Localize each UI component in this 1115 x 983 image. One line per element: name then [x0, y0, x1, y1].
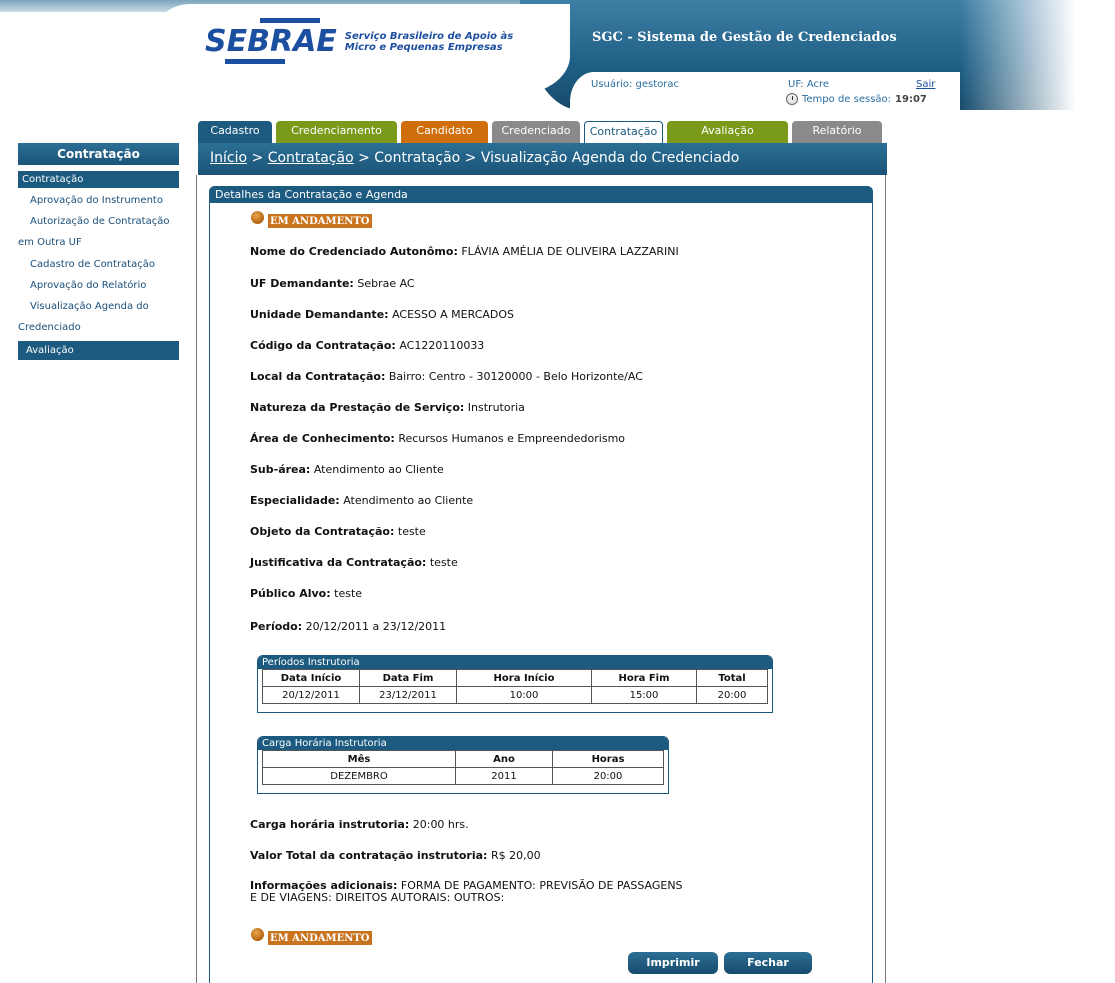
panel-title: Detalhes da Contratação e Agenda	[209, 186, 873, 203]
status-dot-icon	[251, 927, 264, 941]
uf-label: UF: Acre	[788, 79, 830, 90]
col-ano: Ano	[455, 750, 553, 768]
print-button[interactable]: Imprimir	[628, 952, 718, 974]
details-panel	[209, 186, 873, 983]
field-objeto-contratacao: Objeto da Contratação: teste	[250, 525, 426, 538]
table-row: DEZEMBRO 2011 20:00	[262, 767, 664, 785]
col-hora-fim: Hora Fim	[591, 669, 697, 687]
cell-total: 20:00	[696, 686, 768, 704]
sidebar-item-visualizacao-agenda[interactable]: Visualização Agenda do	[30, 301, 149, 312]
cell-hora-inicio: 10:00	[456, 686, 592, 704]
logo-stripe	[225, 59, 285, 64]
tab-cadastro[interactable]: Cadastro	[198, 121, 272, 143]
cell-mes: DEZEMBRO	[262, 767, 456, 785]
main-tabs: Cadastro Credenciamento Candidato Creden…	[198, 121, 882, 143]
breadcrumb-home-link[interactable]: Início	[210, 150, 247, 166]
status-dot-icon	[251, 210, 264, 224]
status-badge-bottom: EM ANDAMENTO	[251, 923, 372, 945]
periods-table-box: Períodos Instrutoria Data Início Data Fi…	[257, 655, 773, 713]
logout-link[interactable]: Sair	[916, 79, 935, 90]
field-valor-total: Valor Total da contratação instrutoria: …	[250, 849, 541, 862]
table-header-row: Mês Ano Horas	[262, 750, 664, 768]
tab-avaliacao[interactable]: Avaliação	[667, 121, 788, 143]
sidebar-item-aprovacao-relatorio[interactable]: Aprovação do Relatório	[30, 280, 146, 291]
logo-subtitle: Serviço Brasileiro de Apoio às Micro e P…	[344, 30, 514, 53]
system-title: SGC - Sistema de Gestão de Credenciados	[592, 30, 897, 45]
sidebar-item-cadastro-contratacao[interactable]: Cadastro de Contratação	[30, 259, 155, 270]
logo-stripe	[260, 18, 320, 23]
session-label: Tempo de sessão:	[802, 93, 892, 105]
cell-data-inicio: 20/12/2011	[262, 686, 360, 704]
tab-credenciamento[interactable]: Credenciamento	[276, 121, 397, 143]
field-natureza-servico: Natureza da Prestação de Serviço: Instru…	[250, 401, 525, 414]
clock-icon	[786, 93, 798, 105]
col-data-inicio: Data Início	[262, 669, 360, 687]
col-horas: Horas	[552, 750, 664, 768]
col-data-fim: Data Fim	[359, 669, 457, 687]
cell-horas: 20:00	[552, 767, 664, 785]
sidebar-item-autorizacao-outra-uf[interactable]: Autorização de Contratação	[30, 216, 169, 227]
table-header-row: Data Início Data Fim Hora Início Hora Fi…	[262, 669, 768, 687]
field-codigo-contratacao: Código da Contratação: AC1220110033	[250, 339, 485, 352]
tab-contratacao[interactable]: Contratação	[584, 121, 663, 143]
workload-table-box: Carga Horária Instrutoria Mês Ano Horas …	[257, 736, 669, 794]
tab-credenciado[interactable]: Credenciado	[492, 121, 580, 143]
session-timer: Tempo de sessão: 19:07	[786, 93, 927, 105]
status-label: EM ANDAMENTO	[268, 214, 372, 228]
sidebar-item-avaliacao[interactable]: Avaliação	[18, 341, 179, 360]
sidebar-item-autorizacao-outra-uf-cont[interactable]: em Outra UF	[18, 237, 82, 248]
session-time: 19:07	[895, 93, 927, 105]
breadcrumb-section-link[interactable]: Contratação	[268, 150, 354, 166]
workload-table: Mês Ano Horas DEZEMBRO 2011 20:00	[262, 750, 664, 785]
col-hora-inicio: Hora Início	[456, 669, 592, 687]
cell-hora-fim: 15:00	[591, 686, 697, 704]
close-button[interactable]: Fechar	[724, 952, 812, 974]
breadcrumb: Início > Contratação > Contratação > Vis…	[210, 150, 739, 166]
cell-data-fim: 23/12/2011	[359, 686, 457, 704]
sebrae-logo: SEBRAE Serviço Brasileiro de Apoio às Mi…	[205, 18, 515, 64]
breadcrumb-current: > Contratação > Visualização Agenda do C…	[353, 150, 740, 166]
sidebar-title: Contratação	[18, 143, 179, 165]
periods-table: Data Início Data Fim Hora Início Hora Fi…	[262, 669, 768, 704]
tab-candidato[interactable]: Candidato	[401, 121, 488, 143]
field-sub-area: Sub-área: Atendimento ao Cliente	[250, 463, 444, 476]
header-fade	[960, 0, 1115, 110]
table-row: 20/12/2011 23/12/2011 10:00 15:00 20:00	[262, 686, 768, 704]
tab-relatorio[interactable]: Relatório	[792, 121, 882, 143]
field-periodo: Período: 20/12/2011 a 23/12/2011	[250, 620, 447, 633]
sidebar-item-visualizacao-agenda-cont[interactable]: Credenciado	[18, 322, 81, 333]
field-local-contratacao: Local da Contratação: Bairro: Centro - 3…	[250, 370, 643, 383]
header-user-area	[570, 72, 960, 112]
sidebar-item-contratacao[interactable]: Contratação	[18, 171, 179, 188]
field-publico-alvo: Público Alvo: teste	[250, 587, 363, 600]
field-nome-credenciado: Nome do Credenciado Autonômo: FLÁVIA AMÉ…	[250, 245, 679, 258]
field-informacoes-adicionais: Informações adicionais: FORMA DE PAGAMEN…	[250, 879, 683, 904]
field-unidade-demandante: Unidade Demandante: ACESSO A MERCADOS	[250, 308, 515, 321]
breadcrumb-separator: >	[247, 150, 268, 166]
user-label: Usuário: gestorac	[591, 79, 680, 90]
status-label: EM ANDAMENTO	[268, 931, 372, 945]
status-badge-top: EM ANDAMENTO	[251, 206, 372, 228]
sidebar-item-aprovacao-instrumento[interactable]: Aprovação do Instrumento	[30, 195, 163, 206]
field-carga-horaria: Carga horária instrutoria: 20:00 hrs.	[250, 818, 469, 831]
field-area-conhecimento: Área de Conhecimento: Recursos Humanos e…	[250, 432, 626, 445]
periods-table-title: Períodos Instrutoria	[258, 656, 772, 669]
logo-word: SEBRAE	[205, 24, 337, 59]
field-uf-demandante: UF Demandante: Sebrae AC	[250, 277, 415, 290]
field-justificativa: Justificativa da Contratação: teste	[250, 556, 458, 569]
col-total: Total	[696, 669, 768, 687]
col-mes: Mês	[262, 750, 456, 768]
field-especialidade: Especialidade: Atendimento ao Cliente	[250, 494, 474, 507]
cell-ano: 2011	[455, 767, 553, 785]
workload-table-title: Carga Horária Instrutoria	[258, 737, 668, 750]
